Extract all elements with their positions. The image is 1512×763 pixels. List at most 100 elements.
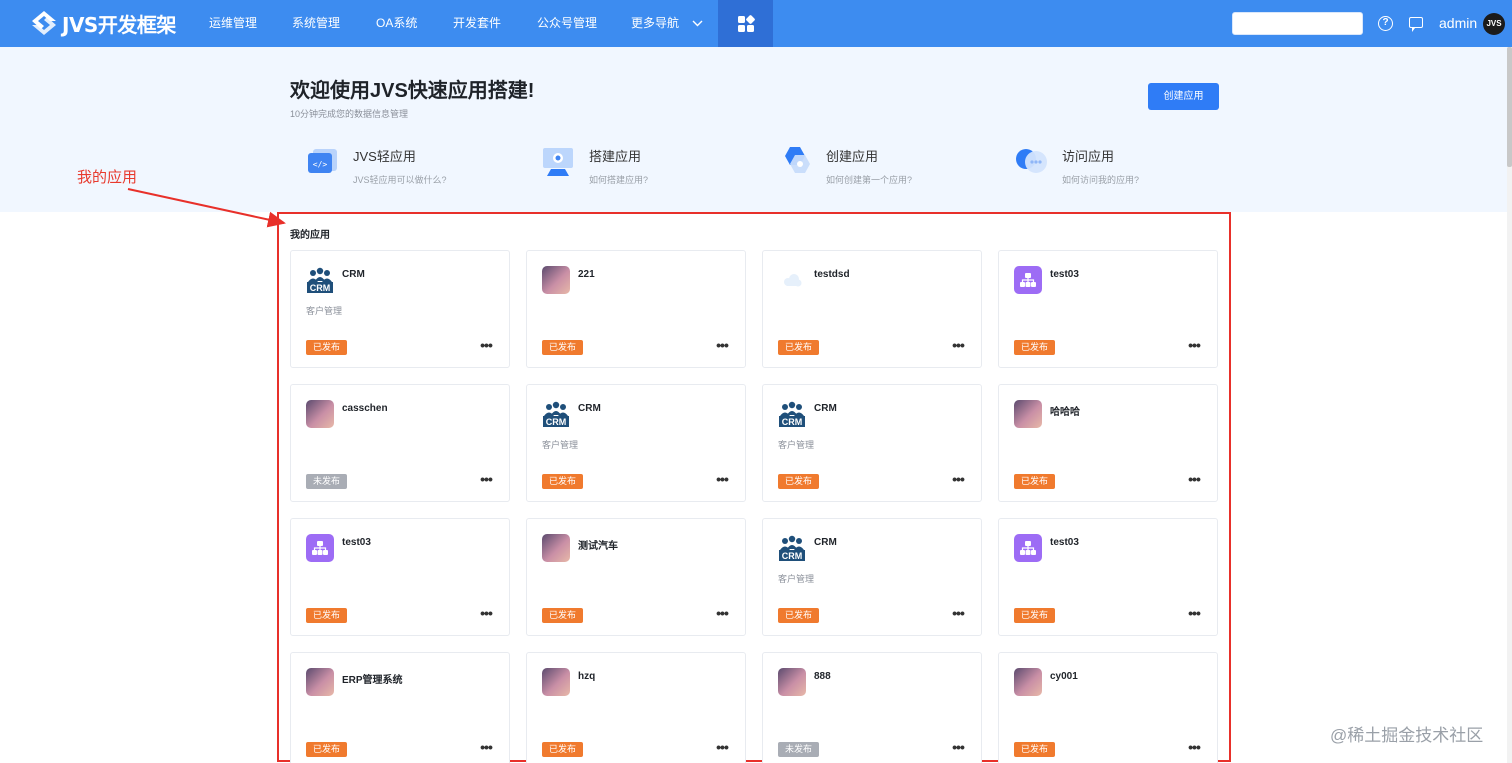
app-card[interactable]: CRM CRM 客户管理 已发布 •••	[526, 384, 746, 502]
feature-title: 搭建应用	[589, 149, 642, 164]
create-app-button[interactable]: 创建应用	[1148, 83, 1219, 110]
nav-item-devkit[interactable]: 开发套件	[453, 0, 501, 47]
nav-item-wechat[interactable]: 公众号管理	[537, 0, 597, 47]
app-card[interactable]: CRM CRM 客户管理 已发布 •••	[762, 384, 982, 502]
crm-icon: CRM	[778, 534, 806, 562]
org-chart-icon	[306, 534, 334, 562]
more-options-icon[interactable]: •••	[950, 740, 966, 757]
feature-title: 访问应用	[1062, 149, 1115, 164]
svg-text:CRM: CRM	[782, 551, 803, 561]
app-desc: 客户管理	[778, 440, 815, 450]
app-grid-icon	[737, 14, 755, 32]
feature-desc: JVS轻应用可以做什么?	[353, 175, 447, 185]
app-card[interactable]: testdsd 已发布 •••	[762, 250, 982, 368]
app-card[interactable]: 888 未发布 •••	[762, 652, 982, 763]
app-name: 888	[814, 671, 831, 682]
scrollbar-thumb[interactable]	[1507, 47, 1512, 167]
app-card[interactable]: 221 已发布 •••	[526, 250, 746, 368]
app-card[interactable]: cy001 已发布 •••	[998, 652, 1218, 763]
svg-text:CRM: CRM	[782, 417, 803, 427]
cloud-icon	[778, 266, 806, 294]
status-badge: 已发布	[542, 474, 584, 489]
nav-item-oa[interactable]: OA系统	[376, 0, 417, 47]
app-desc: 客户管理	[778, 574, 815, 584]
more-options-icon[interactable]: •••	[478, 740, 494, 757]
watermark: @稀土掘金技术社区	[1330, 726, 1484, 745]
help-icon[interactable]: ?	[1378, 16, 1393, 31]
svg-text:</>: </>	[313, 160, 328, 169]
app-name: CRM	[814, 537, 837, 548]
status-badge: 未发布	[778, 742, 820, 757]
app-image-icon	[1014, 668, 1042, 696]
app-image-icon	[306, 400, 334, 428]
more-options-icon[interactable]: •••	[1186, 606, 1202, 623]
more-options-icon[interactable]: •••	[1186, 740, 1202, 757]
app-card[interactable]: test03 已发布 •••	[290, 518, 510, 636]
more-options-icon[interactable]: •••	[478, 338, 494, 355]
svg-text:CRM: CRM	[546, 417, 567, 427]
hero-section	[0, 47, 1512, 212]
logo-text: JVS开发框架	[62, 12, 176, 37]
app-card[interactable]: ERP管理系统 已发布 •••	[290, 652, 510, 763]
more-options-icon[interactable]: •••	[1186, 338, 1202, 355]
app-name: ERP管理系统	[342, 675, 403, 686]
more-options-icon[interactable]: •••	[714, 740, 730, 757]
status-badge: 已发布	[542, 608, 584, 623]
app-card[interactable]: test03 已发布 •••	[998, 518, 1218, 636]
message-icon[interactable]	[1409, 17, 1423, 32]
more-options-icon[interactable]: •••	[1186, 472, 1202, 489]
status-badge: 已发布	[306, 608, 348, 623]
annotation-label: 我的应用	[77, 169, 138, 186]
app-name: CRM	[578, 403, 601, 414]
status-badge: 已发布	[778, 608, 820, 623]
page-title: 欢迎使用JVS快速应用搭建!	[290, 80, 535, 102]
feature-desc: 如何搭建应用?	[589, 175, 649, 185]
svg-text:CRM: CRM	[310, 283, 331, 293]
nav-item-more[interactable]: 更多导航	[631, 0, 703, 47]
app-name: 哈哈哈	[1050, 407, 1080, 418]
nav-item-system[interactable]: 系统管理	[292, 0, 340, 47]
app-name: testdsd	[814, 269, 850, 280]
app-image-icon	[542, 266, 570, 294]
hexagon-gear-icon	[778, 143, 814, 179]
more-options-icon[interactable]: •••	[714, 338, 730, 355]
search-input[interactable]	[1232, 12, 1363, 35]
app-image-icon	[778, 668, 806, 696]
app-card[interactable]: 测试汽车 已发布 •••	[526, 518, 746, 636]
app-card[interactable]: test03 已发布 •••	[998, 250, 1218, 368]
feature-desc: 如何创建第一个应用?	[826, 175, 913, 185]
app-card[interactable]: CRM CRM 客户管理 已发布 •••	[290, 250, 510, 368]
org-chart-icon	[1014, 266, 1042, 294]
logo-icon	[30, 9, 58, 37]
app-card[interactable]: hzq 已发布 •••	[526, 652, 746, 763]
more-options-icon[interactable]: •••	[714, 472, 730, 489]
user-name[interactable]: admin	[1439, 0, 1477, 47]
nav-item-ops[interactable]: 运维管理	[209, 0, 257, 47]
app-card[interactable]: casschen 未发布 •••	[290, 384, 510, 502]
more-options-icon[interactable]: •••	[714, 606, 730, 623]
chevron-down-icon	[692, 0, 703, 47]
crm-icon: CRM	[306, 266, 334, 294]
avatar[interactable]: JVS	[1483, 13, 1505, 35]
more-options-icon[interactable]: •••	[478, 606, 494, 623]
code-window-icon: </>	[305, 143, 341, 179]
top-nav-bar: JVS开发框架 运维管理 系统管理 OA系统 开发套件 公众号管理 更多导航 ?…	[0, 0, 1512, 47]
more-options-icon[interactable]: •••	[950, 338, 966, 355]
more-options-icon[interactable]: •••	[950, 606, 966, 623]
logo[interactable]: JVS开发框架	[30, 9, 176, 37]
more-options-icon[interactable]: •••	[478, 472, 494, 489]
status-badge: 已发布	[778, 474, 820, 489]
app-grid-button[interactable]	[718, 0, 773, 47]
feature-desc: 如何访问我的应用?	[1062, 175, 1140, 185]
status-badge: 已发布	[542, 340, 584, 355]
app-card[interactable]: 哈哈哈 已发布 •••	[998, 384, 1218, 502]
app-image-icon	[1014, 400, 1042, 428]
app-name: test03	[1050, 269, 1079, 280]
status-badge: 已发布	[1014, 340, 1056, 355]
crm-icon: CRM	[778, 400, 806, 428]
app-name: 221	[578, 269, 595, 280]
app-card[interactable]: CRM CRM 客户管理已发布 •••	[762, 518, 982, 636]
more-options-icon[interactable]: •••	[950, 472, 966, 489]
status-badge: 已发布	[778, 340, 820, 355]
app-image-icon	[542, 668, 570, 696]
